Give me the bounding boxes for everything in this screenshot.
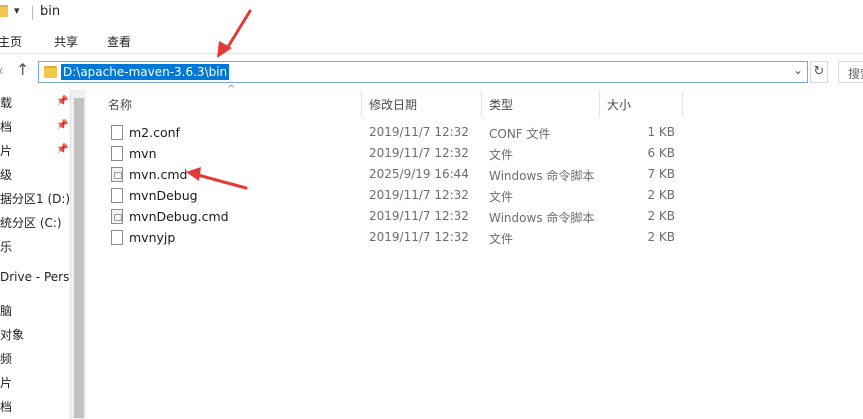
nav-scrollbar-thumb[interactable] (74, 98, 84, 418)
file-name: mvnDebug (129, 188, 198, 203)
nav-item-drive-c[interactable]: 统分区 (C:) (0, 214, 62, 231)
nav-scrollbar[interactable] (70, 90, 86, 419)
file-type: 文件 (489, 190, 514, 204)
cmd-script-icon (111, 209, 123, 224)
file-row[interactable]: mvnDebug.cmd 2019/11/7 12:32 Windows 命令脚… (105, 206, 705, 227)
file-type: 文件 (489, 232, 514, 246)
file-name: mvn.cmd (129, 167, 188, 182)
tab-home[interactable]: 主页 (0, 33, 22, 50)
file-type: 文件 (489, 148, 514, 162)
file-type: CONF 文件 (489, 127, 551, 141)
file-modified: 2019/11/7 12:32 (369, 125, 469, 139)
refresh-icon[interactable]: ↻ (810, 61, 828, 83)
file-name: mvn (129, 146, 157, 161)
address-bar[interactable]: D:\apache-maven-3.6.3\bin ⌄ (38, 61, 808, 83)
file-size: 2 KB (647, 188, 675, 202)
nav-item[interactable]: 频 (0, 350, 12, 367)
column-divider[interactable] (361, 90, 362, 118)
file-icon (111, 125, 123, 140)
file-type: Windows 命令脚本 (489, 169, 595, 183)
file-size: 6 KB (647, 146, 675, 160)
pin-icon: 📌 (56, 120, 69, 131)
window-title: bin (40, 4, 61, 19)
file-icon (111, 188, 123, 203)
file-row[interactable]: mvnDebug 2019/11/7 12:32 文件 2 KB (105, 185, 705, 206)
file-modified: 2019/11/7 12:32 (369, 188, 469, 202)
chevron-down-icon[interactable]: ⌄ (793, 63, 803, 77)
file-icon (111, 146, 123, 161)
nav-item[interactable]: 档 (0, 398, 12, 415)
nav-item[interactable]: 档 (0, 118, 12, 135)
nav-item[interactable]: 级 (0, 166, 12, 183)
nav-item-3d-objects[interactable]: 对象 (0, 326, 24, 343)
pin-icon: 📌 (56, 96, 69, 107)
nav-item-this-pc[interactable]: 脑 (0, 302, 12, 319)
file-modified: 2019/11/7 12:32 (369, 230, 469, 244)
nav-item[interactable]: 载 (0, 94, 12, 111)
column-divider[interactable] (599, 90, 600, 118)
nav-item[interactable]: 乐 (0, 238, 12, 255)
file-row[interactable]: m2.conf 2019/11/7 12:32 CONF 文件 1 KB (105, 122, 705, 143)
folder-icon (44, 66, 57, 78)
column-header-modified[interactable]: 修改日期 (369, 96, 417, 113)
column-header-type[interactable]: 类型 (489, 96, 513, 113)
title-bar: ▾ bin (0, 0, 863, 27)
navigation-pane: 载 📌 档 📌 片 📌 级 据分区1 (D:) 统分区 (C:) 乐 Drive… (0, 90, 70, 419)
tab-view[interactable]: 查看 (107, 33, 131, 50)
file-row[interactable]: mvnyjp 2019/11/7 12:32 文件 2 KB (105, 227, 705, 248)
nav-item-onedrive[interactable]: Drive - Personal (0, 270, 70, 284)
nav-item[interactable]: 片 (0, 142, 12, 159)
pin-icon: 📌 (56, 144, 69, 155)
sort-ascending-icon: ^ (227, 84, 236, 95)
file-name: m2.conf (129, 125, 180, 140)
file-modified: 2019/11/7 12:32 (369, 209, 469, 223)
file-row[interactable]: mvn 2019/11/7 12:32 文件 6 KB (105, 143, 705, 164)
column-header-size[interactable]: 大小 (607, 96, 631, 113)
file-modified: 2019/11/7 12:32 (369, 146, 469, 160)
file-type: Windows 命令脚本 (489, 211, 595, 225)
file-icon (111, 230, 123, 245)
nav-item[interactable]: 片 (0, 374, 12, 391)
file-size: 7 KB (647, 167, 675, 181)
column-divider[interactable] (481, 90, 482, 118)
search-input[interactable]: 搜索"bin" (838, 61, 863, 83)
tab-share[interactable]: 共享 (54, 33, 78, 50)
cmd-script-icon (111, 167, 123, 182)
address-row: ‹ ↑ D:\apache-maven-3.6.3\bin ⌄ ↻ 搜索"bin… (0, 54, 863, 90)
file-size: 2 KB (647, 209, 675, 223)
title-separator (32, 6, 33, 20)
file-size: 2 KB (647, 230, 675, 244)
file-name: mvnDebug.cmd (129, 209, 229, 224)
address-path[interactable]: D:\apache-maven-3.6.3\bin (61, 64, 230, 80)
file-row[interactable]: mvn.cmd 2025/9/19 16:44 Windows 命令脚本 7 K… (105, 164, 705, 185)
file-size: 1 KB (647, 125, 675, 139)
file-list: ^ 名称 修改日期 类型 大小 m2.conf 2019/11/7 12:32 … (87, 84, 863, 419)
file-name: mvnyjp (129, 230, 176, 245)
ribbon-tabs: 主页 共享 查看 (0, 27, 863, 54)
column-header-name[interactable]: 名称 (108, 96, 132, 113)
up-arrow-icon[interactable]: ↑ (16, 60, 29, 79)
column-divider[interactable] (682, 90, 683, 118)
search-placeholder: 搜索"bin" (848, 67, 863, 81)
quick-access-dropdown-icon[interactable]: ▾ (14, 4, 20, 17)
file-modified: 2025/9/19 16:44 (369, 167, 469, 181)
nav-item-drive-d[interactable]: 据分区1 (D:) (0, 190, 70, 207)
chevron-left-icon[interactable]: ‹ (0, 63, 4, 79)
folder-icon (0, 5, 8, 17)
